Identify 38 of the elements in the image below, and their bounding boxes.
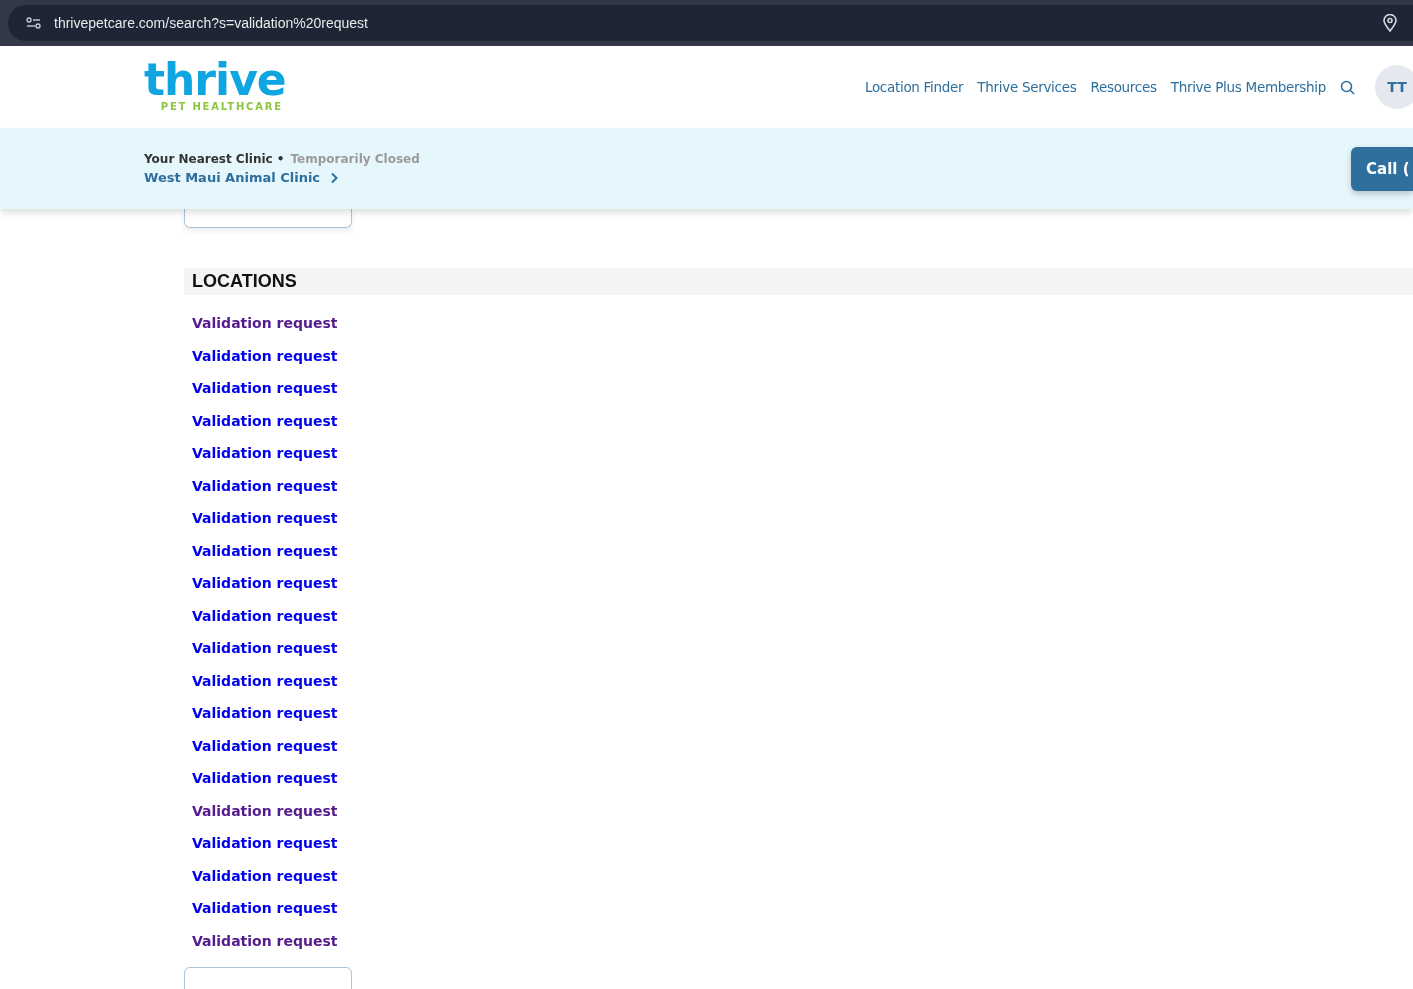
result-link[interactable]: Validation request [192, 930, 338, 963]
result-link[interactable]: Validation request [192, 345, 338, 378]
clinic-status: Temporarily Closed [290, 152, 420, 166]
result-link[interactable]: Validation request [192, 378, 338, 411]
search-icon[interactable] [1340, 79, 1355, 95]
nav-link[interactable]: Thrive Plus Membership [1170, 79, 1326, 95]
call-button[interactable]: Call ( [1351, 146, 1413, 191]
result-link[interactable]: Validation request [192, 475, 338, 508]
result-link[interactable]: Validation request [192, 833, 338, 866]
result-link[interactable]: Validation request [192, 768, 338, 801]
result-link[interactable]: Validation request [192, 898, 338, 931]
result-link[interactable]: Validation request [192, 605, 338, 638]
avatar[interactable]: TT [1375, 65, 1413, 109]
result-link[interactable]: Validation request [192, 703, 338, 736]
nav-link[interactable]: Thrive Services [977, 79, 1077, 95]
nearest-clinic-label: Your Nearest Clinic • [144, 152, 285, 166]
result-link[interactable]: Validation request [192, 638, 338, 671]
chevron-right-icon [330, 171, 339, 184]
url-text: thrivepetcare.com/search?s=validation%20request [54, 15, 369, 31]
section-heading: LOCATIONS [184, 268, 1413, 295]
nav-link[interactable]: Resources [1090, 79, 1157, 95]
clinic-link[interactable]: West Maui Animal Clinic [144, 170, 420, 185]
result-link[interactable]: Validation request [192, 443, 338, 476]
result-link[interactable]: Validation request [192, 735, 338, 768]
logo-tagline: PET HEALTHCARE [160, 100, 283, 112]
logo-wordmark: thrive [144, 58, 286, 101]
result-link[interactable]: Validation request [192, 313, 338, 346]
result-link[interactable]: Validation request [192, 800, 338, 833]
result-link[interactable]: Validation request [192, 670, 338, 703]
address-bar[interactable]: thrivepetcare.com/search?s=validation%20request [8, 5, 1413, 41]
location-pin-icon[interactable] [1383, 14, 1397, 32]
result-link[interactable]: Validation request [192, 540, 338, 573]
result-link[interactable]: Validation request [192, 865, 338, 898]
result-link[interactable]: Validation request [192, 573, 338, 606]
site-settings-icon[interactable] [26, 17, 42, 29]
result-link[interactable]: Validation request [192, 410, 338, 443]
nav-link[interactable]: Location Finder [864, 79, 964, 95]
result-link[interactable]: Validation request [192, 508, 338, 541]
